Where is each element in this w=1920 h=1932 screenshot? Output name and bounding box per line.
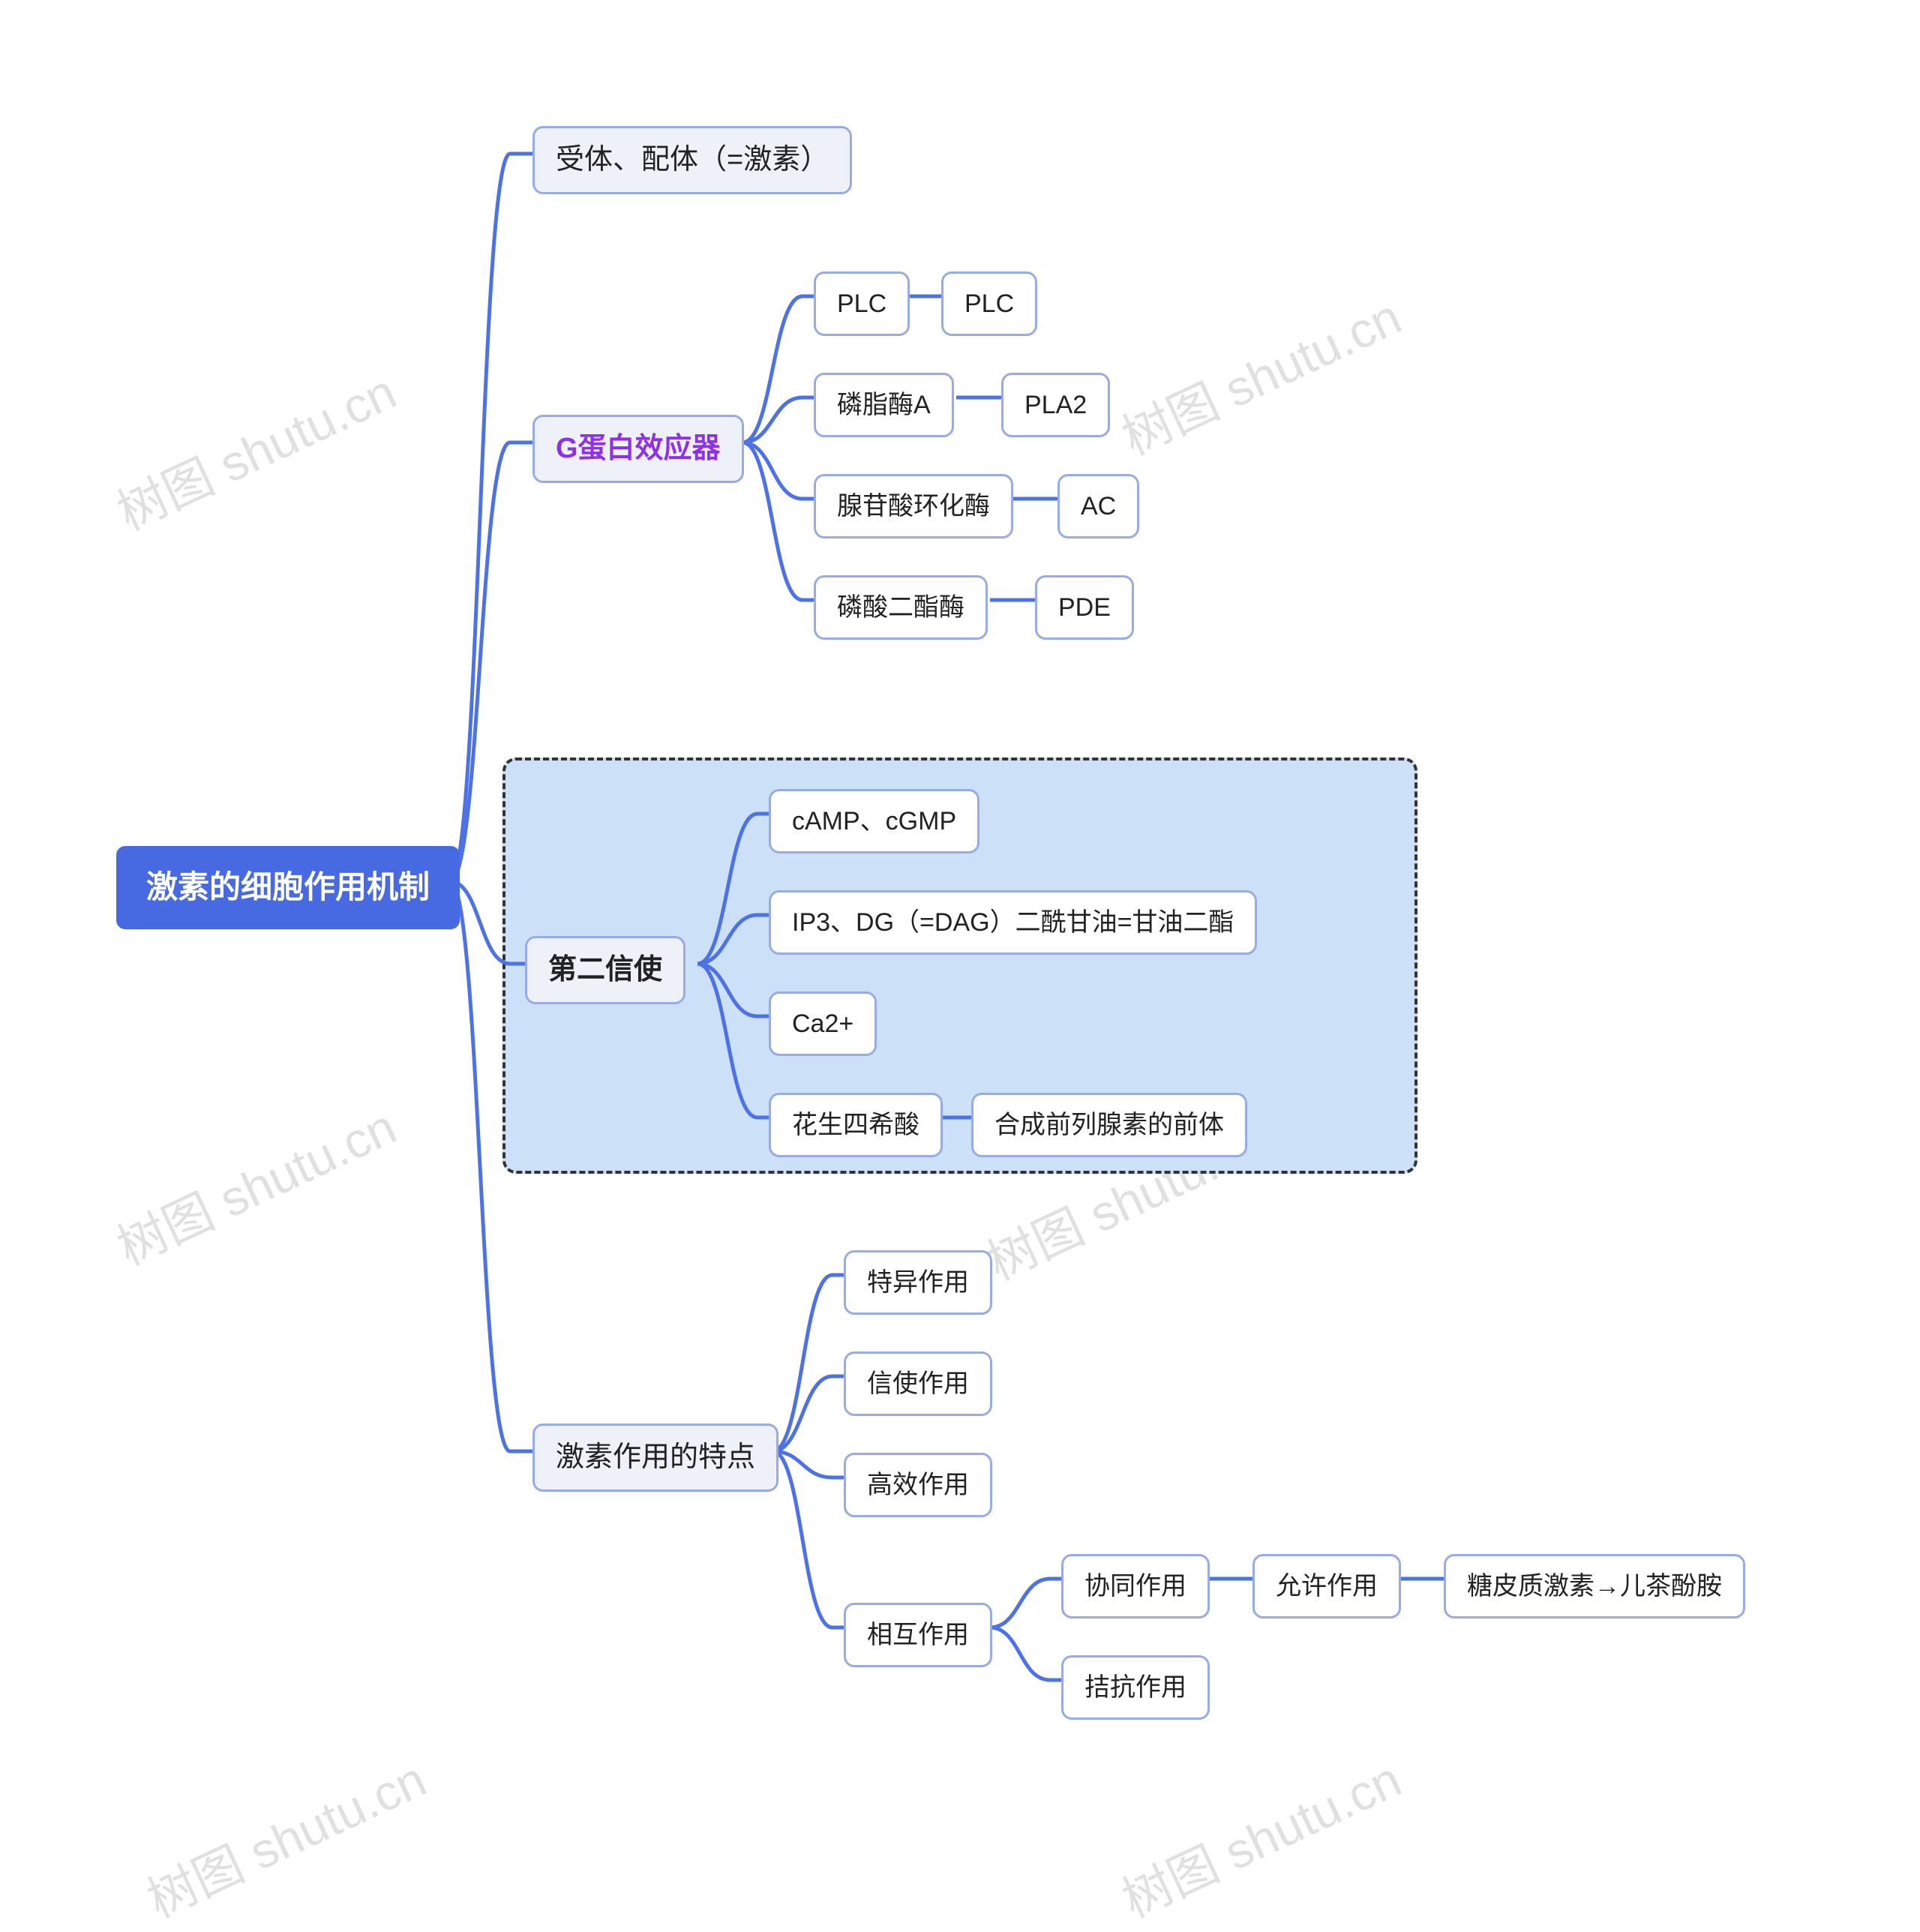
watermark: 树图 shutu.cn: [134, 1740, 436, 1932]
leaf-interaction[interactable]: 相互作用: [844, 1603, 992, 1667]
watermark: 树图 shutu.cn: [104, 352, 406, 544]
leaf-high-efficiency-action[interactable]: 高效作用: [844, 1453, 992, 1517]
watermark: 树图 shutu.cn: [1108, 278, 1411, 470]
branch-g-protein-effector[interactable]: G蛋白效应器: [532, 415, 744, 483]
leaf-permissive-action[interactable]: 允许作用: [1252, 1554, 1401, 1618]
watermark: 树图 shutu.cn: [104, 1088, 406, 1280]
leaf-ac[interactable]: AC: [1058, 474, 1139, 538]
leaf-plc-sub[interactable]: PLC: [941, 272, 1037, 336]
branch-second-messenger[interactable]: 第二信使: [525, 936, 686, 1004]
leaf-arachidonic-acid[interactable]: 花生四希酸: [769, 1093, 943, 1157]
leaf-antagonistic-action[interactable]: 拮抗作用: [1061, 1655, 1210, 1720]
leaf-specific-action[interactable]: 特异作用: [844, 1250, 992, 1315]
leaf-prostaglandin-precursor[interactable]: 合成前列腺素的前体: [971, 1093, 1247, 1157]
leaf-phosphodiesterase[interactable]: 磷酸二酯酶: [814, 575, 988, 640]
leaf-phospholipase-a[interactable]: 磷脂酶A: [814, 373, 954, 437]
leaf-ip3-dag[interactable]: IP3、DG（=DAG）二酰甘油=甘油二酯: [769, 890, 1257, 955]
leaf-ca2plus[interactable]: Ca2+: [769, 992, 877, 1056]
mindmap-canvas: 树图 shutu.cn 树图 shutu.cn 树图 shutu.cn 树图 s…: [0, 0, 1920, 1901]
leaf-camp-cgmp[interactable]: cAMP、cGMP: [769, 789, 980, 854]
leaf-synergistic-action[interactable]: 协同作用: [1061, 1554, 1210, 1618]
leaf-glucocorticoid-catecholamine[interactable]: 糖皮质激素→儿茶酚胺: [1444, 1554, 1745, 1618]
branch-receptor-ligand[interactable]: 受体、配体（=激素）: [532, 126, 852, 194]
watermark: 树图 shutu.cn: [1108, 1740, 1411, 1932]
branch-hormone-action-features[interactable]: 激素作用的特点: [532, 1424, 778, 1492]
leaf-adenylate-cyclase[interactable]: 腺苷酸环化酶: [814, 474, 1013, 538]
leaf-pde[interactable]: PDE: [1035, 575, 1134, 640]
leaf-messenger-action[interactable]: 信使作用: [844, 1352, 992, 1416]
root-node[interactable]: 激素的细胞作用机制: [116, 846, 460, 929]
leaf-pla2[interactable]: PLA2: [1001, 373, 1110, 437]
leaf-plc[interactable]: PLC: [814, 272, 910, 336]
